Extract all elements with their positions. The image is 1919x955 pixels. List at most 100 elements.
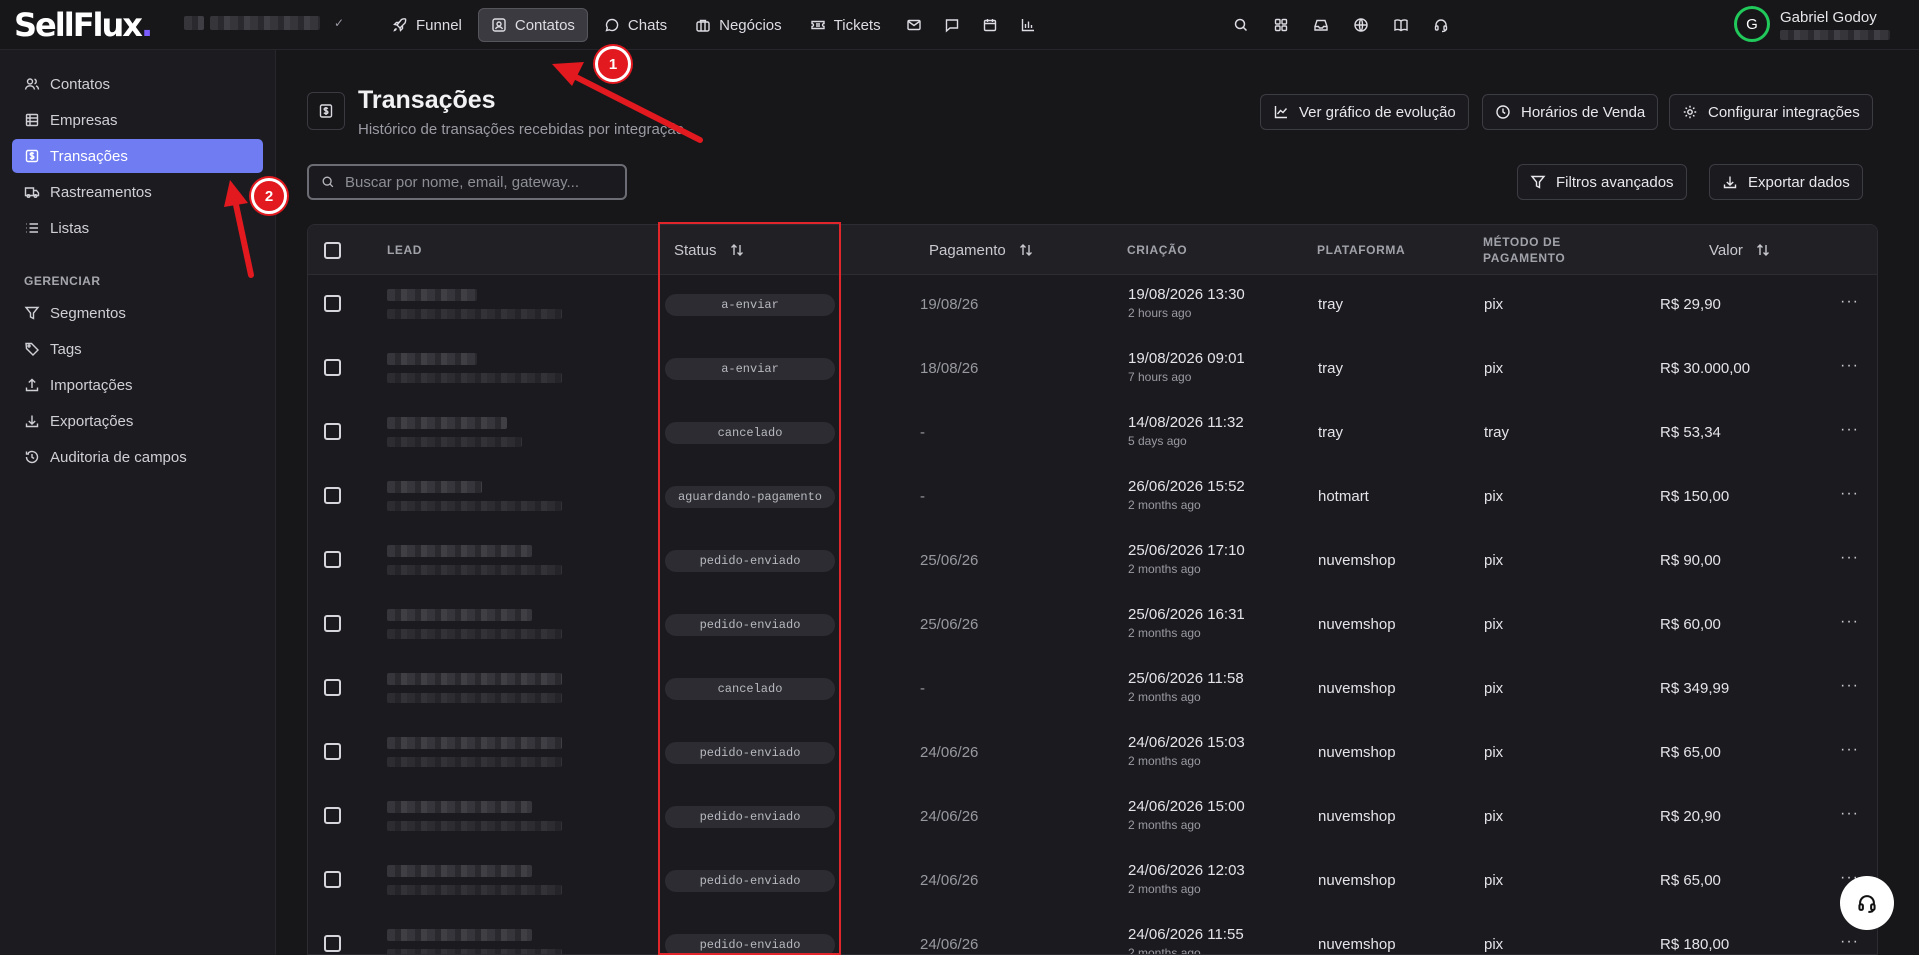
line-chart-icon [1274,106,1288,119]
table-row[interactable]: pedido-enviado 24/06/26 24/06/2026 12:03 2 … [308,851,1877,915]
nav-mail[interactable] [897,8,931,42]
message-square-icon [945,19,958,33]
sidebar-item-importacoes[interactable]: Importações [12,368,263,402]
sidebar-item-rastreamentos[interactable]: Rastreamentos [12,175,263,209]
support-button[interactable] [1423,8,1459,42]
sellflux-logo[interactable]: SellFlux. [14,6,153,44]
export-data-button[interactable]: Exportar dados [1709,164,1863,200]
table-row[interactable]: cancelado - 25/06/2026 11:58 2 months ago nu… [308,659,1877,723]
lead-cell[interactable] [387,353,562,383]
table-row[interactable]: aguardando-pagamento - 26/06/2026 15:52 2 m… [308,467,1877,531]
nav-messages[interactable] [935,8,969,42]
column-status[interactable]: Status [674,225,745,275]
sidebar-item-segmentos[interactable]: Segmentos [12,296,263,330]
row-more-options-icon[interactable]: ··· [1840,677,1859,695]
row-checkbox[interactable] [324,679,341,696]
row-checkbox[interactable] [324,615,341,632]
sidebar-item-contatos[interactable]: Contatos [12,67,263,101]
platform: nuvemshop [1318,744,1396,761]
ticket-icon [810,20,825,30]
sidebar-item-empresas[interactable]: Empresas [12,103,263,137]
row-more-options-icon[interactable]: ··· [1840,741,1859,759]
search-field[interactable] [307,164,627,200]
apps-button[interactable] [1263,8,1299,42]
row-more-options-icon[interactable]: ··· [1840,293,1859,311]
row-more-options-icon[interactable]: ··· [1840,357,1859,375]
payment-date: - [920,680,925,697]
row-more-options-icon[interactable]: ··· [1840,613,1859,631]
sidebar-item-tags[interactable]: Tags [12,332,263,366]
user-menu[interactable]: G Gabriel Godoy [1734,6,1890,42]
row-more-options-icon[interactable]: ··· [1840,485,1859,503]
page-dollar-icon [307,92,345,130]
select-all-checkbox[interactable] [324,241,341,259]
table-row[interactable]: pedido-enviado 24/06/26 24/06/2026 11:55 2 … [308,915,1877,954]
row-more-options-icon[interactable]: ··· [1840,933,1859,951]
row-more-options-icon[interactable]: ··· [1840,421,1859,439]
lead-cell[interactable] [387,481,562,511]
table-row[interactable]: cancelado - 14/08/2026 11:32 5 days ago tray… [308,403,1877,467]
created-cell: 25/06/2026 17:10 2 months ago [1128,542,1245,576]
global-search-button[interactable] [1223,8,1259,42]
row-more-options-icon[interactable]: ··· [1840,549,1859,567]
view-evolution-chart-button[interactable]: Ver gráfico de evolução [1260,94,1469,130]
configure-integrations-button[interactable]: Configurar integrações [1669,94,1873,130]
row-checkbox[interactable] [324,743,341,760]
nav-calendar[interactable] [973,8,1007,42]
column-payment[interactable]: Pagamento [929,225,1034,275]
lead-cell[interactable] [387,801,562,831]
row-checkbox[interactable] [324,295,341,312]
nav-funnel[interactable]: Funnel [380,8,474,42]
truck-icon [24,187,40,198]
transaction-value: R$ 30.000,00 [1660,360,1751,377]
table-row[interactable]: a-enviar 18/08/26 19/08/2026 09:01 7 hours … [308,339,1877,403]
help-chat-button[interactable] [1840,876,1894,930]
nav-negocios[interactable]: Negócios [683,8,794,42]
column-value[interactable]: Valor [1709,225,1771,275]
advanced-filters-button[interactable]: Filtros avançados [1517,164,1687,200]
nav-chats[interactable]: Chats [592,8,679,42]
sidebar-item-exportacoes[interactable]: Exportações [12,404,263,438]
nav-contatos[interactable]: Contatos [477,8,588,42]
row-checkbox[interactable] [324,551,341,568]
row-checkbox[interactable] [324,935,341,952]
row-checkbox[interactable] [324,487,341,504]
sales-hours-button[interactable]: Horários de Venda [1482,94,1659,130]
lead-cell[interactable] [387,289,562,319]
column-value-label: Valor [1709,241,1743,259]
nav-reports[interactable] [1011,8,1045,42]
chevron-down-icon: ✓ [334,16,345,30]
table-row[interactable]: a-enviar 19/08/26 19/08/2026 13:30 2 hours … [308,275,1877,339]
lead-cell[interactable] [387,929,562,954]
lead-cell[interactable] [387,865,562,895]
row-checkbox[interactable] [324,423,341,440]
lead-cell[interactable] [387,417,522,447]
lead-name-redacted [387,353,477,365]
lead-cell[interactable] [387,609,562,639]
sidebar-item-listas[interactable]: Listas [12,211,263,245]
created-datetime: 24/06/2026 15:03 [1128,734,1245,751]
table-row[interactable]: pedido-enviado 24/06/26 24/06/2026 15:00 2 … [308,787,1877,851]
workspace-avatar-redacted [184,16,204,30]
lead-cell[interactable] [387,545,562,575]
docs-button[interactable] [1383,8,1419,42]
row-checkbox[interactable] [324,359,341,376]
lead-name-redacted [387,929,532,941]
row-more-options-icon[interactable]: ··· [1840,805,1859,823]
sidebar-item-auditoria[interactable]: Auditoria de campos [12,440,263,474]
row-checkbox[interactable] [324,807,341,824]
language-button[interactable] [1343,8,1379,42]
nav-tickets[interactable]: Tickets [798,8,893,42]
table-row[interactable]: pedido-enviado 25/06/26 25/06/2026 17:10 2 … [308,531,1877,595]
lead-cell[interactable] [387,673,562,703]
row-checkbox[interactable] [324,871,341,888]
lead-cell[interactable] [387,737,562,767]
table-row[interactable]: pedido-enviado 24/06/26 24/06/2026 15:03 2 … [308,723,1877,787]
search-input[interactable] [345,173,605,191]
lead-name-redacted [387,865,532,877]
payment-date: 18/08/26 [920,360,979,377]
workspace-switcher[interactable]: ✓ [184,10,354,36]
sidebar-item-transacoes[interactable]: Transações [12,139,263,173]
inbox-button[interactable] [1303,8,1339,42]
table-row[interactable]: pedido-enviado 25/06/26 25/06/2026 16:31 2 … [308,595,1877,659]
